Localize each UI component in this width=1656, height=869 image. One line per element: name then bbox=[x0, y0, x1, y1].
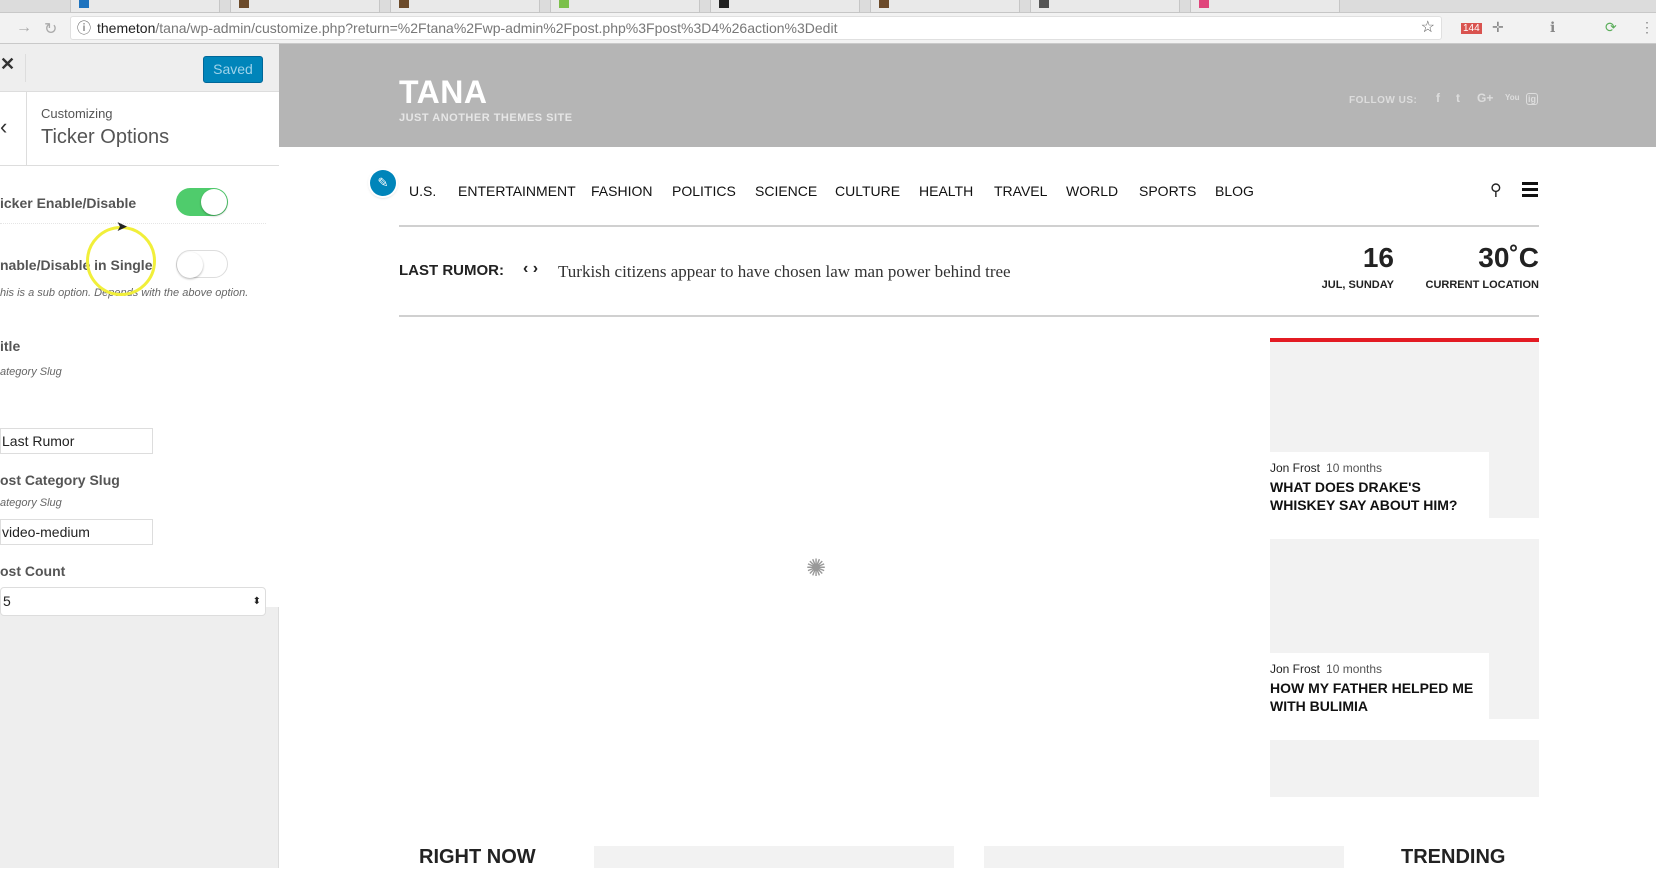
customizer-header: ✕ Saved bbox=[0, 44, 279, 92]
customizing-label: Customizing bbox=[41, 106, 113, 121]
post-author: Jon Frost bbox=[1270, 461, 1321, 475]
post-meta: Jon Frost 10 months bbox=[1270, 662, 1382, 676]
nav-item[interactable]: FASHION bbox=[591, 183, 652, 199]
section-header: ‹ Customizing Ticker Options bbox=[0, 92, 279, 166]
post-count-select[interactable]: 5 ⬍ bbox=[0, 587, 266, 616]
post-card[interactable]: Jon Frost 10 months WHAT DOES DRAKE'S WHI… bbox=[1270, 452, 1489, 518]
nav-item[interactable]: CULTURE bbox=[835, 183, 900, 199]
saved-button[interactable]: Saved bbox=[203, 56, 263, 83]
post-time: 10 months bbox=[1326, 662, 1383, 676]
slug-input[interactable]: video-medium bbox=[0, 519, 153, 545]
menu-icon[interactable]: ⋮ bbox=[1640, 19, 1654, 36]
browser-tab[interactable] bbox=[1190, 0, 1340, 13]
nav-item[interactable]: POLITICS bbox=[672, 183, 736, 199]
divider bbox=[0, 223, 266, 224]
loading-spinner-icon: ✺ bbox=[806, 555, 827, 582]
ticker-enable-toggle[interactable] bbox=[176, 188, 228, 216]
weather-sub: CURRENT LOCATION bbox=[1425, 279, 1539, 291]
nav-item[interactable]: WORLD bbox=[1066, 183, 1118, 199]
count-label: ost Count bbox=[0, 563, 66, 579]
right-now-card[interactable] bbox=[594, 846, 954, 868]
slug-desc: ategory Slug bbox=[0, 497, 62, 509]
ticker-headline[interactable]: Turkish citizens appear to have chosen l… bbox=[558, 262, 1011, 282]
mouse-pointer-icon: ➤ bbox=[116, 218, 128, 234]
twitter-icon[interactable]: t bbox=[1456, 91, 1460, 105]
post-author: Jon Frost bbox=[1270, 662, 1321, 676]
site-tagline: JUST ANOTHER THEMES SITE bbox=[399, 112, 573, 124]
url-path: /tana/wp-admin/customize.php?return=%2Ft… bbox=[155, 20, 838, 36]
post-meta: Jon Frost 10 months bbox=[1270, 461, 1382, 475]
instagram-icon[interactable]: ig bbox=[1526, 93, 1538, 105]
browser-tab[interactable] bbox=[390, 0, 540, 13]
youtube-icon[interactable]: You bbox=[1505, 93, 1520, 102]
bookmark-star-icon[interactable]: ☆ bbox=[1421, 17, 1435, 39]
customizer-sidebar: ✕ Saved ‹ Customizing Ticker Options ick… bbox=[0, 44, 279, 868]
post-count-value: 5 bbox=[3, 593, 11, 609]
info-extension-icon[interactable]: ℹ bbox=[1550, 19, 1555, 36]
move-extension-icon[interactable]: ✛ bbox=[1492, 19, 1504, 36]
ticker-label: LAST RUMOR: bbox=[399, 262, 504, 279]
sync-extension-icon[interactable]: ⟳ bbox=[1605, 19, 1617, 36]
slug-label: ost Category Slug bbox=[0, 472, 120, 488]
url-host: themeton bbox=[97, 20, 156, 36]
select-arrows-icon: ⬍ bbox=[252, 596, 261, 607]
follow-label: FOLLOW US: bbox=[1349, 95, 1418, 106]
back-icon[interactable]: ‹ bbox=[0, 92, 27, 166]
title-label: itle bbox=[0, 338, 21, 354]
right-now-card[interactable] bbox=[984, 846, 1344, 868]
nav-item[interactable]: U.S. bbox=[409, 183, 436, 199]
weather-temp: 30˚C bbox=[1478, 242, 1539, 273]
browser-tab[interactable] bbox=[870, 0, 1020, 13]
nav-item[interactable]: TRAVEL bbox=[994, 183, 1047, 199]
title-desc: ategory Slug bbox=[0, 366, 62, 378]
edit-shortcut-icon[interactable]: ✎ bbox=[370, 170, 396, 196]
nav-item[interactable]: BLOG bbox=[1215, 183, 1254, 199]
url-input[interactable]: ⓘ themeton/tana/wp-admin/customize.php?r… bbox=[70, 16, 1442, 40]
google-plus-icon[interactable]: G+ bbox=[1477, 91, 1493, 105]
section-title: Ticker Options bbox=[41, 126, 170, 148]
post-card-image[interactable] bbox=[1270, 740, 1539, 797]
browser-tab[interactable] bbox=[70, 0, 220, 13]
browser-tab[interactable] bbox=[230, 0, 380, 13]
browser-tab-bar bbox=[0, 0, 1656, 13]
ticker-arrows[interactable]: ‹ › bbox=[523, 260, 538, 278]
title-input[interactable]: Last Rumor bbox=[0, 428, 153, 454]
trending-heading: TRENDING bbox=[1401, 846, 1506, 868]
site-logo[interactable]: TANA bbox=[399, 74, 488, 111]
post-card[interactable]: Jon Frost 10 months HOW MY FATHER HELPED … bbox=[1270, 653, 1489, 719]
facebook-icon[interactable]: f bbox=[1436, 91, 1440, 105]
browser-tab[interactable] bbox=[550, 0, 700, 13]
site-preview: TANA JUST ANOTHER THEMES SITE FOLLOW US:… bbox=[279, 44, 1656, 868]
gmail-extension-icon[interactable]: 144 bbox=[1461, 23, 1482, 34]
browser-tab[interactable] bbox=[1030, 0, 1180, 13]
date-sub: JUL, SUNDAY bbox=[1321, 279, 1394, 291]
single-enable-toggle[interactable] bbox=[176, 250, 228, 278]
info-icon[interactable]: ⓘ bbox=[77, 17, 91, 39]
nav-item[interactable]: HEALTH bbox=[919, 183, 973, 199]
divider bbox=[399, 315, 1539, 317]
close-icon[interactable]: ✕ bbox=[0, 54, 26, 82]
divider bbox=[399, 225, 1539, 227]
nav-item[interactable]: SCIENCE bbox=[755, 183, 817, 199]
search-icon[interactable]: ⚲ bbox=[1490, 180, 1502, 200]
cursor-highlight bbox=[86, 226, 156, 296]
browser-tab[interactable] bbox=[710, 0, 860, 13]
post-title[interactable]: HOW MY FATHER HELPED ME WITH BULIMIA bbox=[1270, 679, 1489, 715]
nav-item[interactable]: ENTERTAINMENT bbox=[458, 183, 576, 199]
hamburger-menu-icon[interactable] bbox=[1522, 182, 1538, 200]
ticker-enable-label: icker Enable/Disable bbox=[0, 195, 137, 211]
date-day: 16 bbox=[1362, 242, 1394, 273]
address-bar-row: → ↻ ⓘ themeton/tana/wp-admin/customize.p… bbox=[0, 13, 1656, 44]
right-now-heading: RIGHT NOW bbox=[419, 846, 536, 868]
forward-icon[interactable]: → bbox=[16, 19, 32, 37]
post-title[interactable]: WHAT DOES DRAKE'S WHISKEY SAY ABOUT HIM? bbox=[1270, 478, 1485, 514]
site-header: TANA JUST ANOTHER THEMES SITE FOLLOW US:… bbox=[279, 44, 1656, 147]
nav-item[interactable]: SPORTS bbox=[1139, 183, 1196, 199]
reload-icon[interactable]: ↻ bbox=[44, 19, 57, 39]
post-time: 10 months bbox=[1326, 461, 1383, 475]
